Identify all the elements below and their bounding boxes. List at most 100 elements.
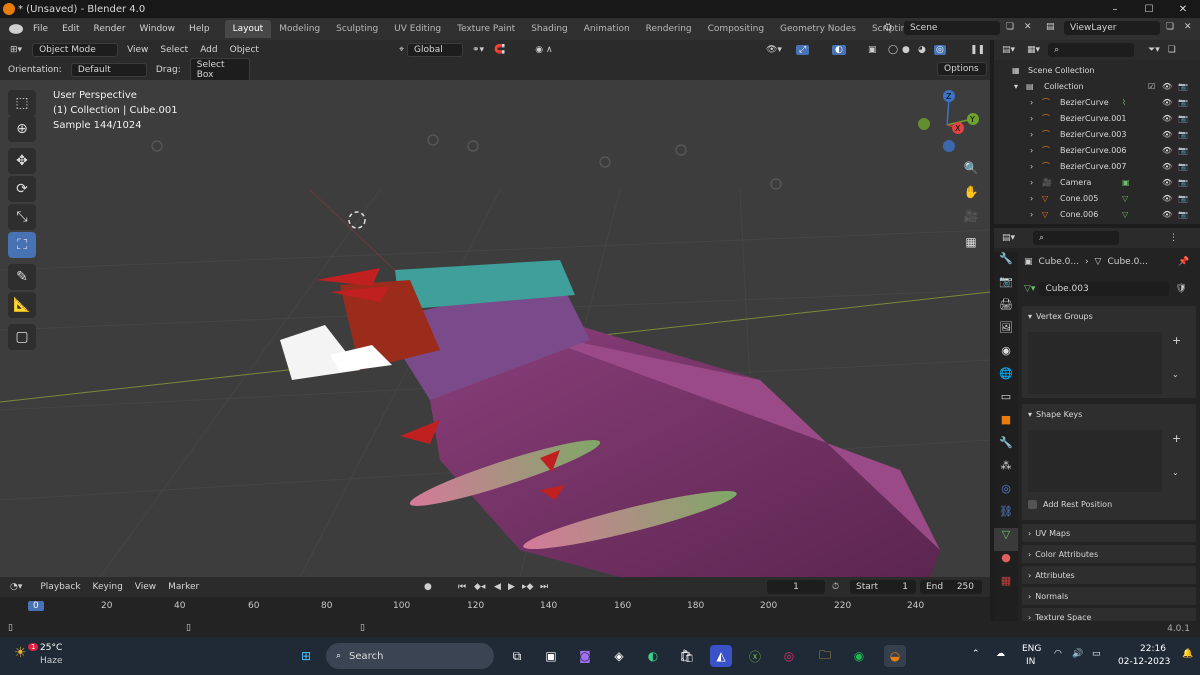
- add-rest-position-row[interactable]: Add Rest Position: [1028, 500, 1112, 509]
- rotate-tool[interactable]: ⟳: [8, 176, 36, 202]
- render-camera-icon[interactable]: 📷: [1178, 162, 1188, 171]
- affinity-icon[interactable]: ◭: [710, 645, 732, 667]
- scale-tool[interactable]: ⤡: [8, 204, 36, 230]
- outliner-search-input[interactable]: ⌕: [1048, 43, 1135, 57]
- menu-render[interactable]: Render: [87, 24, 133, 34]
- tab-rendering[interactable]: Rendering: [638, 20, 700, 38]
- outliner-item[interactable]: › ⌒ BezierCurve.007 👁 📷: [994, 158, 1200, 174]
- timeline-editor-icon[interactable]: ◔▾: [10, 582, 22, 592]
- shading-material-icon[interactable]: ◕: [918, 45, 926, 55]
- constraints-tab-icon[interactable]: ⛓: [994, 505, 1018, 528]
- menu-object[interactable]: Object: [224, 45, 265, 55]
- drag-selector[interactable]: Select Box: [189, 58, 250, 82]
- add-shape-key-icon[interactable]: +: [1172, 432, 1181, 445]
- render-camera-icon[interactable]: 📷: [1178, 130, 1188, 139]
- next-key-icon[interactable]: ▸◆: [522, 582, 533, 592]
- menu-edit[interactable]: Edit: [55, 24, 86, 34]
- modifier-indicator-icon[interactable]: ▽: [1122, 194, 1128, 203]
- outliner-item[interactable]: › ▽ Cone.006 ▽ 👁 📷: [994, 206, 1200, 222]
- expand-arrow-icon[interactable]: ›: [1030, 178, 1033, 187]
- properties-options-icon[interactable]: ⋮: [1169, 233, 1178, 243]
- collection-tab-icon[interactable]: ▭: [994, 390, 1018, 413]
- language-label[interactable]: ENG: [1022, 644, 1041, 654]
- tray-chevron-icon[interactable]: ⌃: [972, 649, 980, 659]
- modifier-tab-icon[interactable]: 🔧: [994, 436, 1018, 459]
- expand-arrow-icon[interactable]: ›: [1030, 98, 1033, 107]
- wifi-icon[interactable]: ◠: [1054, 649, 1062, 659]
- taskbar-search-box[interactable]: ⌕ Search: [326, 643, 494, 669]
- eye-icon[interactable]: 👁: [1162, 178, 1172, 187]
- transform-orientation-selector[interactable]: Global: [407, 43, 464, 57]
- eye-icon[interactable]: 👁: [1162, 194, 1172, 203]
- ortho-grid-icon[interactable]: ▦: [960, 231, 982, 253]
- maximize-button[interactable]: ☐: [1132, 0, 1166, 18]
- outliner-item[interactable]: › ⌒ BezierCurve.006 👁 📷: [994, 142, 1200, 158]
- panel-uv-maps[interactable]: › UV Maps: [1022, 524, 1196, 542]
- checkbox-icon[interactable]: [1028, 500, 1037, 509]
- battery-icon[interactable]: ▭: [1092, 649, 1101, 659]
- render-camera-icon[interactable]: 📷: [1178, 98, 1188, 107]
- menu-keying[interactable]: Keying: [87, 582, 129, 592]
- shading-wireframe-icon[interactable]: ◯: [888, 45, 898, 55]
- render-camera-icon[interactable]: 📷: [1178, 114, 1188, 123]
- record-icon[interactable]: ●: [424, 582, 432, 592]
- proportional-edit-icon[interactable]: ◉ ∧: [535, 45, 552, 55]
- unity-icon[interactable]: ◈: [608, 645, 630, 667]
- shape-key-specials-icon[interactable]: ⌄: [1172, 468, 1179, 477]
- material-tab-icon[interactable]: ●: [994, 551, 1018, 574]
- volume-icon[interactable]: 🔊: [1072, 649, 1083, 659]
- menu-help[interactable]: Help: [182, 24, 217, 34]
- particles-tab-icon[interactable]: ⁂: [994, 459, 1018, 482]
- menu-view[interactable]: View: [121, 45, 154, 55]
- editor-type-icon[interactable]: ⊞▾: [10, 45, 22, 55]
- panel-color-attributes[interactable]: › Color Attributes: [1022, 545, 1196, 563]
- task-view-icon[interactable]: ⧉: [506, 645, 528, 667]
- tab-uv-editing[interactable]: UV Editing: [386, 20, 449, 38]
- clock-icon[interactable]: ⏱: [832, 582, 839, 592]
- outliner-item[interactable]: › 🎥 Camera ▣ 👁 📷: [994, 174, 1200, 190]
- menu-file[interactable]: File: [26, 24, 55, 34]
- render-camera-icon[interactable]: 📷: [1178, 210, 1188, 219]
- vertex-group-specials-icon[interactable]: ⌄: [1172, 370, 1179, 379]
- blender-taskbar-icon[interactable]: ◒: [884, 645, 906, 667]
- tab-shading[interactable]: Shading: [523, 20, 576, 38]
- expand-arrow-icon[interactable]: ›: [1030, 210, 1033, 219]
- 3d-viewport[interactable]: Z Y X User Perspective (1) Collection | …: [0, 80, 990, 577]
- edge-icon[interactable]: ◐: [642, 645, 664, 667]
- notification-icon[interactable]: 🔔: [1182, 649, 1193, 659]
- outliner-item[interactable]: › ⌒ BezierCurve.003 👁 📷: [994, 126, 1200, 142]
- tab-layout[interactable]: Layout: [224, 20, 272, 38]
- widgets-icon[interactable]: ▣: [540, 645, 562, 667]
- close-button[interactable]: ✕: [1166, 0, 1200, 18]
- tab-texture-paint[interactable]: Texture Paint: [449, 20, 523, 38]
- eye-icon[interactable]: 👁: [1162, 146, 1172, 155]
- vertex-groups-list[interactable]: [1028, 332, 1162, 394]
- outliner-editor-icon[interactable]: ▤▾: [1002, 45, 1015, 55]
- measure-tool[interactable]: 📐: [8, 292, 36, 318]
- add-cube-tool[interactable]: ▢: [8, 324, 36, 350]
- modifier-indicator-icon[interactable]: ▣: [1122, 178, 1130, 187]
- minimize-button[interactable]: –: [1098, 0, 1132, 18]
- filter-icon[interactable]: ⏷▾: [1148, 45, 1160, 55]
- checkbox-icon[interactable]: ☑: [1148, 82, 1155, 91]
- mesh-name-field[interactable]: Cube.003: [1039, 282, 1170, 296]
- display-mode-icon[interactable]: ▦▾: [1027, 45, 1040, 55]
- pivot-icon[interactable]: ⚭▾: [472, 45, 484, 55]
- menu-playback[interactable]: Playback: [34, 582, 86, 592]
- tab-geometry-nodes[interactable]: Geometry Nodes: [772, 20, 864, 38]
- physics-tab-icon[interactable]: ◎: [994, 482, 1018, 505]
- fake-user-icon[interactable]: 🛡: [1175, 284, 1186, 294]
- xray-icon[interactable]: ▣: [868, 45, 877, 55]
- prev-key-icon[interactable]: ◆◂: [474, 582, 485, 592]
- frame-ruler[interactable]: 0 20 40 60 80 100 120 140 160 180 200 22…: [0, 597, 990, 621]
- outliner-item[interactable]: › ⌒ BezierCurve ⌇ 👁 📷: [994, 94, 1200, 110]
- output-tab-icon[interactable]: 🖨: [994, 298, 1018, 321]
- gizmo-toggle-icon[interactable]: ⤢: [796, 45, 810, 55]
- expand-arrow-icon[interactable]: ▾: [1014, 82, 1018, 91]
- menu-add[interactable]: Add: [194, 45, 223, 55]
- playhead[interactable]: 0: [28, 601, 44, 611]
- add-vertex-group-icon[interactable]: +: [1172, 334, 1181, 347]
- panel-normals[interactable]: › Normals: [1022, 587, 1196, 605]
- current-frame-field[interactable]: 1: [767, 580, 825, 594]
- panel-attributes[interactable]: › Attributes: [1022, 566, 1196, 584]
